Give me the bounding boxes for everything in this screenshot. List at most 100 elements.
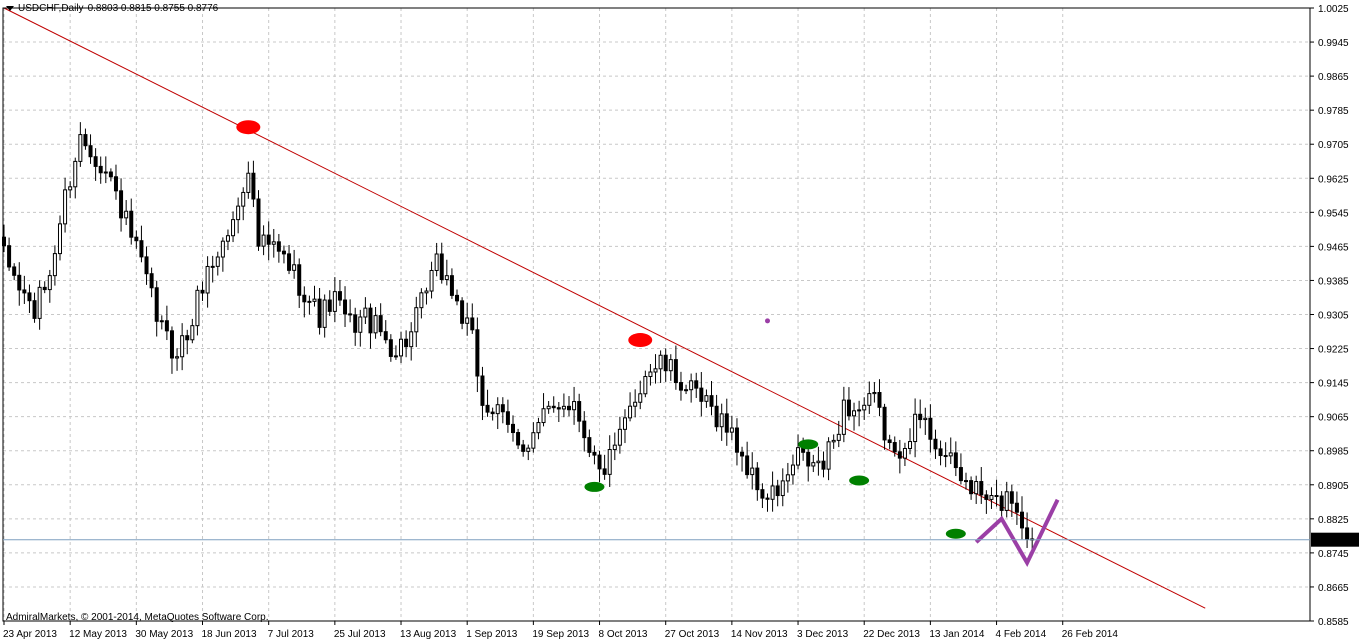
candle-body [47,275,52,291]
x-tick-label: 23 Apr 2013 [3,629,57,640]
candle-body [556,407,561,410]
candle-body [607,449,612,475]
y-tick-label: 0.8905 [1318,481,1349,492]
candle-body [612,444,617,451]
candle-body [577,401,582,422]
candle-body [852,410,857,417]
support-marker[interactable] [945,528,966,539]
candle-body [424,290,429,294]
candle-body [149,273,154,289]
x-tick-label: 19 Sep 2013 [532,629,589,640]
dropdown-triangle-icon[interactable] [6,6,14,11]
candle-body [928,417,933,440]
y-tick-label: 0.9065 [1318,413,1349,424]
candle-body [195,289,200,327]
y-tick-label: 0.8825 [1318,515,1349,526]
candle-body [271,241,276,245]
candle-body [663,354,668,372]
y-tick-label: 0.9945 [1318,38,1349,49]
candle-body [63,189,68,225]
x-axis-ticks: 23 Apr 2013 12 May 2013 30 May 2013 18 Jun … [3,621,1118,640]
candle-body [393,355,398,358]
candle-body [933,438,938,450]
candle-body [958,467,963,482]
resistance-marker[interactable] [628,333,653,348]
candle-body [327,299,332,312]
candle-body [867,393,872,406]
candle-body [388,339,393,357]
candle-body [709,395,714,407]
candle-body [653,368,658,373]
trendline[interactable] [3,7,1206,609]
candle-body [572,401,577,411]
candle-body [872,392,877,395]
candle-body [337,291,342,301]
candle-body [566,405,571,411]
candle-body [281,250,286,255]
candle-body [57,223,62,255]
candle-body [638,393,643,403]
candle-body [246,172,251,193]
candle-body [546,405,551,410]
candle-body [27,292,32,302]
candle-body [129,210,134,238]
x-tick-label: 22 Dec 2013 [863,629,920,640]
candle-body [785,474,790,482]
copyright-text: AdmiralMarkets, © 2001-2014, MetaQuotes … [6,612,269,623]
candle-body [1014,502,1019,513]
candle-body [500,404,505,413]
candle-body [220,240,225,258]
candle-body [353,314,358,333]
candle-body [185,335,190,341]
candle-body [760,489,765,499]
candle-body [190,325,195,341]
candle-body [979,481,984,496]
support-marker[interactable] [798,439,819,450]
candle-body [887,439,892,444]
candle-body [678,382,683,391]
candle-body [704,395,709,402]
candle-body [897,451,902,459]
candle-body [32,300,37,319]
candle-body [490,411,495,415]
y-tick-label: 0.9625 [1318,174,1349,185]
candle-body [287,253,292,271]
candle-body [251,172,256,200]
candle-body [918,413,923,421]
candle-body [368,307,373,334]
resistance-marker[interactable] [236,120,261,135]
x-tick-label: 4 Feb 2014 [996,629,1047,640]
candle-body [429,269,434,292]
x-tick-label: 13 Jan 2014 [929,629,984,640]
candle-body [302,294,307,303]
candle-body [587,437,592,453]
candle-body [322,299,327,328]
support-marker[interactable] [584,481,605,492]
candle-body [734,427,739,453]
drawn-point[interactable] [765,318,770,324]
price-chart[interactable]: 1.0025 0.9945 0.9865 0.9785 0.9705 0.9625 0.95… [0,0,1362,643]
candle-body [745,455,750,476]
candle-body [307,300,312,303]
x-tick-label: 27 Oct 2013 [665,629,720,640]
candle-body [943,455,948,458]
y-tick-label: 1.0025 [1318,4,1349,15]
current-price-label: 0.8776 [1316,536,1347,547]
candle-body [974,481,979,495]
y-tick-label: 0.9225 [1318,345,1349,356]
candle-body [68,186,73,191]
candle-body [673,359,678,384]
candle-body [317,298,322,328]
candle-body [643,376,648,395]
candle-body [236,205,241,221]
candle-body [373,315,378,334]
candle-body [969,480,974,495]
candle-body [439,253,444,281]
support-marker[interactable] [849,475,870,486]
chart-window[interactable]: 1.0025 0.9945 0.9865 0.9785 0.9705 0.9625 0.95… [0,0,1362,643]
candle-body [297,264,302,296]
candle-body [841,399,846,435]
candle-body [22,289,27,294]
candle-body [953,452,958,469]
x-tick-label: 18 Jun 2013 [202,629,257,640]
